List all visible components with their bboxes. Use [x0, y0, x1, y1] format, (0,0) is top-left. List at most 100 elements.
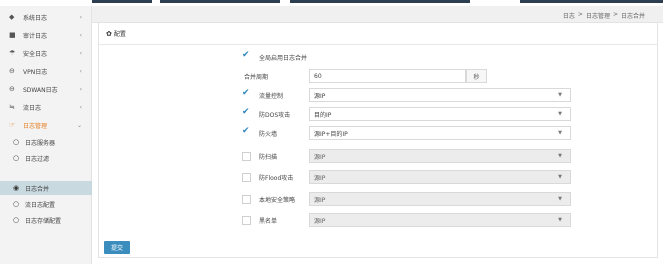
merge-key-select[interactable]: 源IP ▼: [309, 192, 571, 206]
sidebar-subitem-label: 日志合并: [25, 185, 50, 193]
sidebar-item-label: 审计日志: [23, 32, 48, 40]
sidebar-item-system-log[interactable]: ◆ 系统日志 ‹: [0, 8, 92, 26]
merge-period-value: 60: [314, 72, 322, 80]
caret-down-icon: ▼: [558, 111, 562, 117]
caret-down-icon: ▼: [558, 174, 562, 180]
sidebar-item-label: 系统日志: [23, 14, 48, 22]
circle-icon: ○: [13, 138, 20, 146]
merge-key-select[interactable]: 源IP ▼: [309, 88, 571, 102]
option-label: 防DOS攻击: [259, 112, 291, 119]
option-label: 流量控制: [259, 93, 284, 100]
breadcrumb-log[interactable]: 日志: [563, 11, 575, 20]
anti-dos-checkbox[interactable]: [242, 107, 252, 119]
chevron-left-icon: ‹: [79, 31, 82, 39]
merge-option-row: 黑名单 源IP ▼: [99, 211, 659, 230]
sidebar: ◆ 系统日志 ‹ ■ 审计日志 ‹ ☂ 安全日志 ‹ ⊖ VPN日志 ‹ ⊖ S…: [0, 6, 92, 264]
circle-icon: ○: [13, 200, 20, 208]
merge-key-select[interactable]: 目的IP ▼: [309, 107, 571, 121]
sidebar-item-label: 日志管理: [23, 122, 48, 130]
caret-down-icon: ▼: [558, 217, 562, 223]
merge-key-select[interactable]: 源IP+目的IP ▼: [309, 126, 571, 140]
circle-dot-icon: ◉: [13, 184, 20, 192]
chevron-left-icon: ‹: [79, 49, 82, 57]
sidebar-subitem-log-filter[interactable]: ○ 日志过滤: [0, 151, 92, 165]
merge-period-row: 合并周期 60 秒: [99, 67, 659, 86]
gear-icon: ✿: [106, 29, 112, 38]
merge-key-select[interactable]: 源IP ▼: [309, 170, 571, 184]
sidebar-subitem-label: 日志服务器: [25, 139, 56, 147]
blacklist-checkbox[interactable]: [242, 216, 251, 225]
sidebar-item-label: SDWAN日志: [23, 86, 58, 94]
global-enable-checkbox[interactable]: [242, 50, 252, 62]
sidebar-item-label: 安全日志: [23, 50, 48, 58]
flow-icon: ≒: [9, 103, 15, 111]
global-enable-row: 全局启用日志合并: [99, 48, 659, 67]
firewall-checkbox[interactable]: [242, 126, 252, 138]
merge-key-select[interactable]: 源IP ▼: [309, 213, 571, 227]
chevron-left-icon: ‹: [79, 85, 82, 93]
sidebar-subitem-flow-log-config[interactable]: ○ 流日志配置: [0, 197, 92, 211]
merge-option-row: 防Flood攻击 源IP ▼: [99, 168, 659, 187]
caret-down-icon: ▼: [558, 153, 562, 159]
select-value: 源IP+目的IP: [314, 130, 348, 138]
select-value: 源IP: [314, 92, 326, 100]
merge-option-row: 防DOS攻击 目的IP ▼: [99, 105, 659, 124]
sidebar-item-audit-log[interactable]: ■ 审计日志 ‹: [0, 26, 92, 44]
option-label: 防扫描: [259, 154, 278, 161]
submit-button[interactable]: 提交: [104, 241, 130, 254]
sidebar-item-log-management[interactable]: ☞ 日志管理 ⌄: [0, 116, 92, 134]
local-security-policy-checkbox[interactable]: [242, 195, 251, 204]
sidebar-item-sdwan-log[interactable]: ⊖ SDWAN日志 ‹: [0, 80, 92, 98]
chevron-left-icon: ‹: [79, 13, 82, 21]
sidebar-item-security-log[interactable]: ☂ 安全日志 ‹: [0, 44, 92, 62]
select-value: 源IP: [314, 153, 326, 161]
merge-period-label: 合并周期: [244, 74, 269, 81]
merge-option-row: 防火墙 源IP+目的IP ▼: [99, 124, 659, 143]
sidebar-subitem-label: 日志存储配置: [25, 217, 62, 225]
merge-option-row: 流量控制 源IP ▼: [99, 86, 659, 105]
sidebar-subitem-log-storage-config[interactable]: ○ 日志存储配置: [0, 213, 92, 227]
sidebar-subitem-label: 流日志配置: [25, 201, 56, 209]
breadcrumb-log-merge: 日志合并: [620, 13, 645, 20]
caret-down-icon: ▼: [558, 196, 562, 202]
traffic-control-checkbox[interactable]: [242, 88, 252, 100]
breadcrumb-bar: 日志 > 日志管理 > 日志合并: [92, 6, 663, 23]
globe-icon: ⊖: [9, 67, 15, 75]
seconds-unit-addon: 秒: [466, 69, 487, 83]
top-nav-segment: [290, 0, 470, 3]
select-value: 源IP: [314, 174, 326, 182]
chevron-left-icon: ‹: [79, 103, 82, 111]
merge-option-row: 本地安全策略 源IP ▼: [99, 190, 659, 209]
umbrella-icon: ☂: [9, 49, 16, 57]
sidebar-item-flow-log[interactable]: ≒ 流日志 ‹: [0, 98, 92, 116]
circle-icon: ○: [13, 216, 20, 224]
option-label: 防火墙: [259, 131, 278, 138]
merge-option-row: 防扫描 源IP ▼: [99, 147, 659, 166]
sidebar-item-label: VPN日志: [23, 68, 48, 76]
select-value: 源IP: [314, 196, 326, 204]
hand-icon: ☞: [9, 121, 16, 129]
caret-down-icon: ▼: [558, 92, 562, 98]
merge-period-input[interactable]: 60: [309, 69, 466, 83]
anti-scan-checkbox[interactable]: [242, 152, 251, 161]
top-nav-segment: [92, 0, 152, 3]
option-label: 防Flood攻击: [259, 175, 294, 182]
merge-key-select[interactable]: 源IP ▼: [309, 149, 571, 163]
panel-title: 配置: [113, 31, 126, 38]
sidebar-subitem-log-server[interactable]: ○ 日志服务器: [0, 135, 92, 149]
breadcrumb-log-management[interactable]: 日志管理: [586, 11, 610, 20]
breadcrumb-separator: >: [577, 11, 583, 18]
select-value: 源IP: [314, 217, 326, 225]
top-nav-segment: [520, 0, 663, 3]
global-enable-label: 全局启用日志合并: [259, 55, 308, 62]
sidebar-item-label: 流日志: [23, 104, 42, 112]
anti-flood-checkbox[interactable]: [242, 173, 251, 182]
chevron-left-icon: ‹: [79, 67, 82, 75]
option-label: 黑名单: [259, 218, 278, 225]
top-nav-segment: [160, 0, 280, 3]
select-value: 目的IP: [314, 111, 332, 119]
caret-down-icon: ▼: [558, 130, 562, 136]
sidebar-item-vpn-log[interactable]: ⊖ VPN日志 ‹: [0, 62, 92, 80]
config-panel: ✿ 配置 全局启用日志合并 合并周期 60 秒 流量控制 源IP ▼ 防DOS攻…: [98, 22, 658, 258]
sidebar-subitem-log-merge[interactable]: ◉ 日志合并: [0, 181, 92, 195]
